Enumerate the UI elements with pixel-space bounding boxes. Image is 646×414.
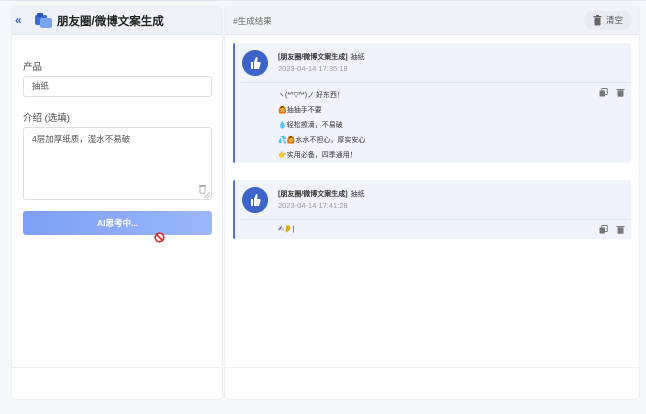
- thumbs-up-avatar-icon: [242, 187, 268, 213]
- intro-textarea[interactable]: 4层加厚纸质，湿水不易破: [23, 127, 212, 200]
- card-source-tag: [朋友圈/微博文案生成]: [278, 54, 348, 61]
- app-title: 朋友圈/微博文案生成: [57, 16, 164, 28]
- app-logo-icon: [35, 13, 52, 28]
- input-panel: « 朋友圈/微博文案生成 产品 抽纸 介绍 (选填) 4层加厚纸质，湿水不易破 …: [11, 6, 223, 400]
- result-line: ヽ(*^▽^*)ノ 好东西！: [278, 92, 345, 99]
- card-timestamp: 2023-04-14 17:35:18: [278, 64, 348, 73]
- card-timestamp: 2023-04-14 17:41:28: [278, 201, 348, 210]
- result-card: [朋友圈/微博文案生成] 抽纸 2023-04-14 17:35:18 ヽ(*^▽…: [233, 43, 631, 163]
- result-line-streaming: ✍👂|: [278, 226, 295, 233]
- divider: [241, 219, 631, 220]
- trash-icon: [593, 15, 602, 26]
- intro-label: 介绍 (选填): [23, 113, 70, 124]
- divider: [12, 367, 222, 368]
- product-input[interactable]: 抽纸: [23, 76, 212, 97]
- copy-icon[interactable]: [599, 225, 608, 234]
- card-source: [朋友圈/微博文案生成] 抽纸: [278, 189, 365, 199]
- divider: [241, 82, 631, 83]
- delete-icon[interactable]: [616, 88, 625, 97]
- clear-button[interactable]: 清空: [584, 11, 632, 30]
- card-source-tag: [朋友圈/微博文案生成]: [278, 191, 348, 198]
- thumbs-up-avatar-icon: [242, 50, 268, 76]
- panel-header: « 朋友圈/微博文案生成: [12, 7, 222, 35]
- results-title: #生成结果: [233, 16, 272, 26]
- results-panel: #生成结果 清空 [朋友圈/微博文案生成] 抽纸 2023-04-14 17:35…: [224, 6, 640, 400]
- result-line: 💦🙆水水不担心，厚实安心: [278, 137, 366, 144]
- product-label: 产品: [23, 62, 43, 73]
- result-line: 💧轻松擦滴，不易破: [278, 122, 343, 129]
- result-line: 🙆抽抽手不要: [278, 107, 322, 114]
- result-card: [朋友圈/微博文案生成] 抽纸 2023-04-14 17:41:28 ✍👂|: [233, 180, 631, 239]
- card-source: [朋友圈/微博文案生成] 抽纸: [278, 52, 365, 62]
- card-product: 抽纸: [350, 191, 365, 198]
- clear-label: 清空: [606, 15, 624, 25]
- double-chevron-left-icon[interactable]: «: [15, 14, 27, 26]
- delete-icon[interactable]: [616, 225, 625, 234]
- card-product: 抽纸: [350, 54, 365, 61]
- results-header: #生成结果 清空: [225, 7, 639, 35]
- divider: [225, 367, 639, 368]
- resize-grip-icon[interactable]: [204, 192, 210, 198]
- not-allowed-cursor-icon: [154, 232, 165, 243]
- copy-icon[interactable]: [599, 88, 608, 97]
- result-line: 👉实用必备，四季通用！: [278, 152, 357, 159]
- top-divider: [0, 0, 646, 1]
- generate-button[interactable]: AI思考中...: [23, 211, 212, 235]
